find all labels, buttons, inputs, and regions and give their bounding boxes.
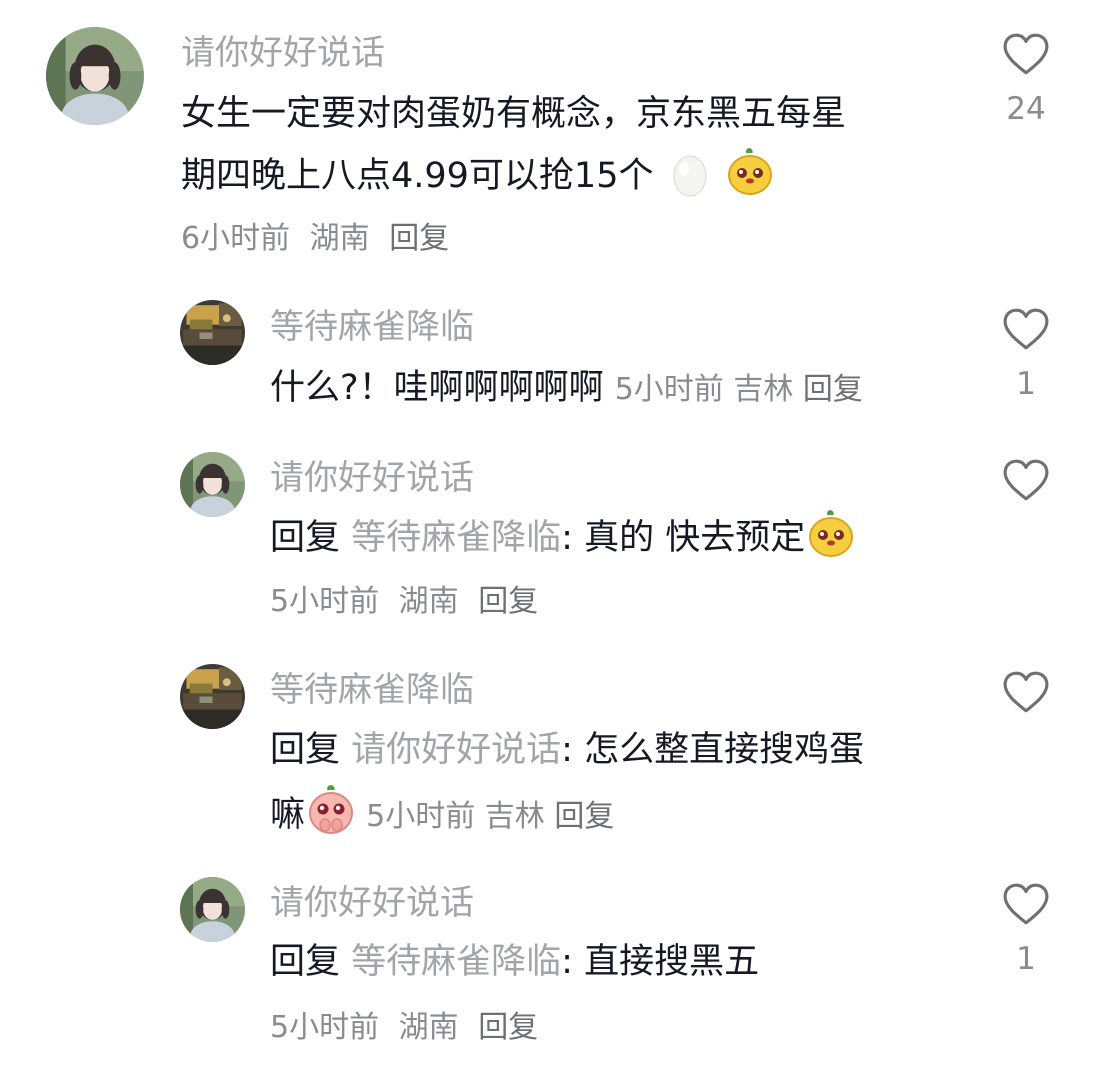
reply-separator: : <box>561 942 573 982</box>
comment-text-line: 直接搜黑五 <box>572 942 760 982</box>
reply-target-username[interactable]: 请你好好说话 <box>351 730 561 770</box>
comment-username[interactable]: 等待麻雀降临 <box>270 670 474 710</box>
avatar[interactable] <box>180 664 245 729</box>
avatar[interactable] <box>180 877 245 942</box>
comment-text: 女生一定要对肉蛋奶有概念，京东黑五每星 <box>181 84 846 144</box>
comment-meta: 5小时前 湖南 回复 <box>270 584 548 620</box>
yellow-face-sticker-icon <box>726 147 774 216</box>
comment-text-line: 什么?！哇啊啊啊啊啊 <box>270 368 604 408</box>
comment-text-line: 女生一定要对肉蛋奶有概念，京东黑五每星 <box>181 94 847 134</box>
pink-pleading-sticker-icon <box>307 784 355 855</box>
reply-button[interactable]: 回复 <box>478 584 538 619</box>
like-button[interactable]: 1 <box>996 883 1056 979</box>
reply-target-username[interactable]: 等待麻雀降临 <box>351 518 561 558</box>
comment-username[interactable]: 等待麻雀降临 <box>270 307 474 347</box>
comment-text-line: 嘛 <box>270 795 306 835</box>
reply-prefix: 回复 <box>270 942 341 982</box>
comment-meta: 5小时前 吉林 回复 <box>366 799 614 834</box>
comment-time: 6小时前 <box>181 221 291 256</box>
like-button[interactable] <box>996 459 1056 501</box>
comment-text: 回复 等待麻雀降临: 真的 快去预定 <box>270 508 855 578</box>
comment-username[interactable]: 请你好好说话 <box>181 33 385 73</box>
reply-separator: : <box>561 518 573 558</box>
heart-icon <box>1003 459 1049 501</box>
comment-text-line: 怎么整直接搜鸡蛋 <box>572 730 865 770</box>
egg-emoji-icon <box>671 153 709 216</box>
comment-text: 嘛 5小时前 吉林 回复 <box>270 784 614 855</box>
comment-text-line: 真的 快去预定 <box>572 518 806 558</box>
comment-username[interactable]: 请你好好说话 <box>270 458 474 498</box>
comment-location: 吉林 <box>733 372 794 407</box>
comment-text: 期四晚上八点4.99可以抢15个 <box>181 146 774 216</box>
comment-location: 湖南 <box>398 584 459 619</box>
reply-prefix: 回复 <box>270 518 341 558</box>
comment-text: 回复 等待麻雀降临: 直接搜黑五 <box>270 932 759 992</box>
comment-meta: 5小时前 湖南 回复 <box>270 1010 548 1046</box>
avatar[interactable] <box>46 27 144 125</box>
avatar[interactable] <box>180 452 245 517</box>
like-button[interactable]: 24 <box>996 33 1056 129</box>
comment-location: 湖南 <box>398 1010 459 1045</box>
comment-location: 湖南 <box>309 221 370 256</box>
like-count: 1 <box>1016 941 1036 977</box>
reply-button[interactable]: 回复 <box>478 1010 538 1045</box>
comment-text: 回复 请你好好说话: 怎么整直接搜鸡蛋 <box>270 720 864 780</box>
reply-separator: : <box>561 730 573 770</box>
heart-icon <box>1003 671 1049 713</box>
reply-target-username[interactable]: 等待麻雀降临 <box>351 942 561 982</box>
heart-icon <box>1003 33 1049 75</box>
like-count: 1 <box>1016 366 1036 402</box>
reply-button[interactable]: 回复 <box>389 221 449 256</box>
comment-username[interactable]: 请你好好说话 <box>270 883 474 923</box>
comment-location: 吉林 <box>484 799 545 834</box>
comment-text-line: 期四晚上八点4.99可以抢15个 <box>181 156 654 196</box>
reply-prefix: 回复 <box>270 730 341 770</box>
like-button[interactable] <box>996 671 1056 713</box>
heart-icon <box>1003 308 1049 350</box>
comment-time: 5小时前 <box>270 1010 380 1045</box>
comment-meta: 6小时前 湖南 回复 <box>181 221 459 257</box>
comment-meta: 5小时前 吉林 回复 <box>615 372 863 407</box>
avatar[interactable] <box>180 300 245 365</box>
like-button[interactable]: 1 <box>996 308 1056 404</box>
comment-time: 5小时前 <box>270 584 380 619</box>
reply-button[interactable]: 回复 <box>803 372 863 407</box>
like-count: 24 <box>1006 91 1046 127</box>
comment-time: 5小时前 <box>366 799 476 834</box>
reply-button[interactable]: 回复 <box>554 799 614 834</box>
yellow-face-sticker-icon <box>807 509 855 578</box>
comment-time: 5小时前 <box>614 372 724 407</box>
comment-text: 什么?！哇啊啊啊啊啊 5小时前 吉林 回复 <box>270 358 863 420</box>
heart-icon <box>1003 883 1049 925</box>
